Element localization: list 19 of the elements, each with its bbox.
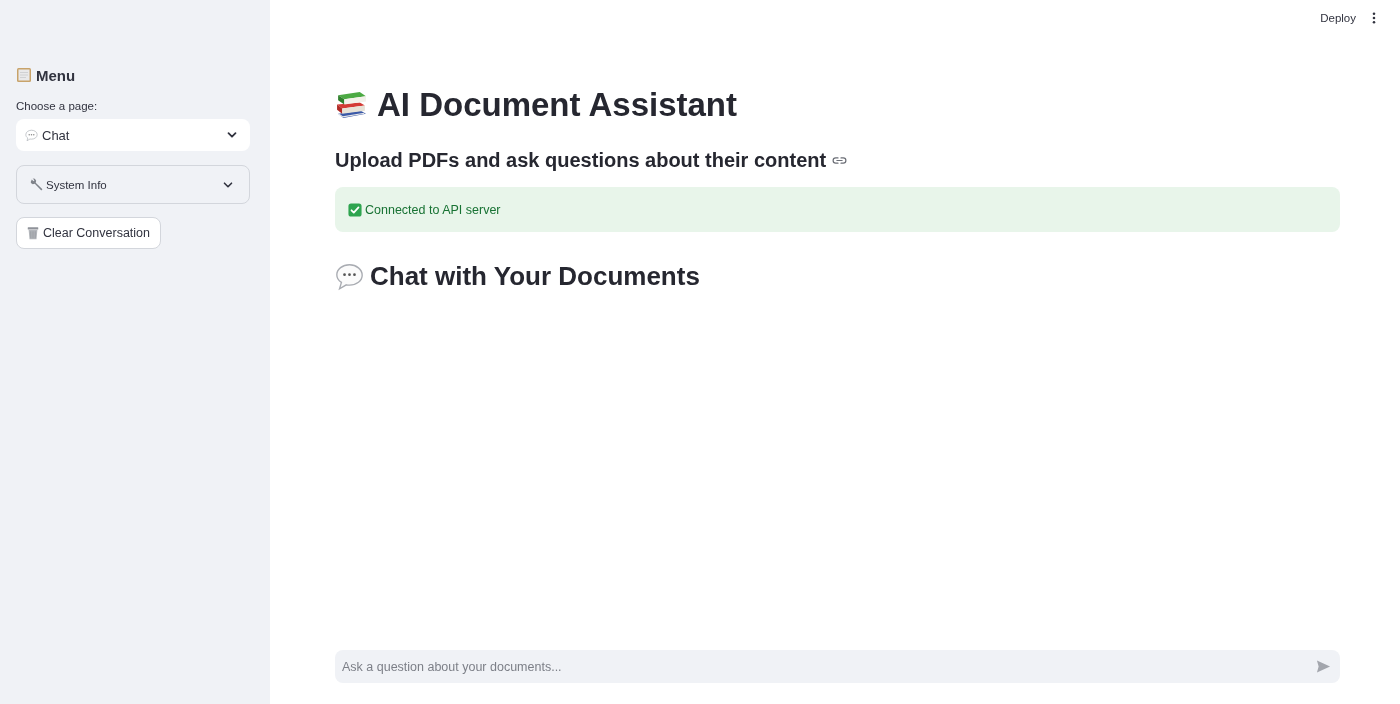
link-icon[interactable] [832,155,848,165]
page-title: AI Document Assistant [377,85,737,125]
page-subtitle: Upload PDFs and ask questions about their content [335,148,827,173]
speech-bubble-icon [335,261,364,291]
alert-text: Connected to API server [365,202,501,217]
clear-conversation-button[interactable]: Clear Conversation [16,217,161,249]
system-info-expander[interactable]: System Info [16,165,250,204]
speech-bubble-icon [25,128,38,142]
menu-title: Menu [36,66,76,84]
chat-input-field[interactable]: Ask a question about your documents... [335,650,1340,683]
wrench-icon [30,178,43,191]
check-icon [348,202,362,217]
section-title: Chat with Your Documents [370,260,700,293]
more-options-icon[interactable] [1372,12,1376,24]
notepad-icon [16,67,32,83]
deploy-button[interactable]: Deploy [1314,8,1362,28]
page-select[interactable]: Chat [16,119,250,151]
select-label: Choose a page: [16,99,98,114]
trash-can-icon [26,226,40,240]
